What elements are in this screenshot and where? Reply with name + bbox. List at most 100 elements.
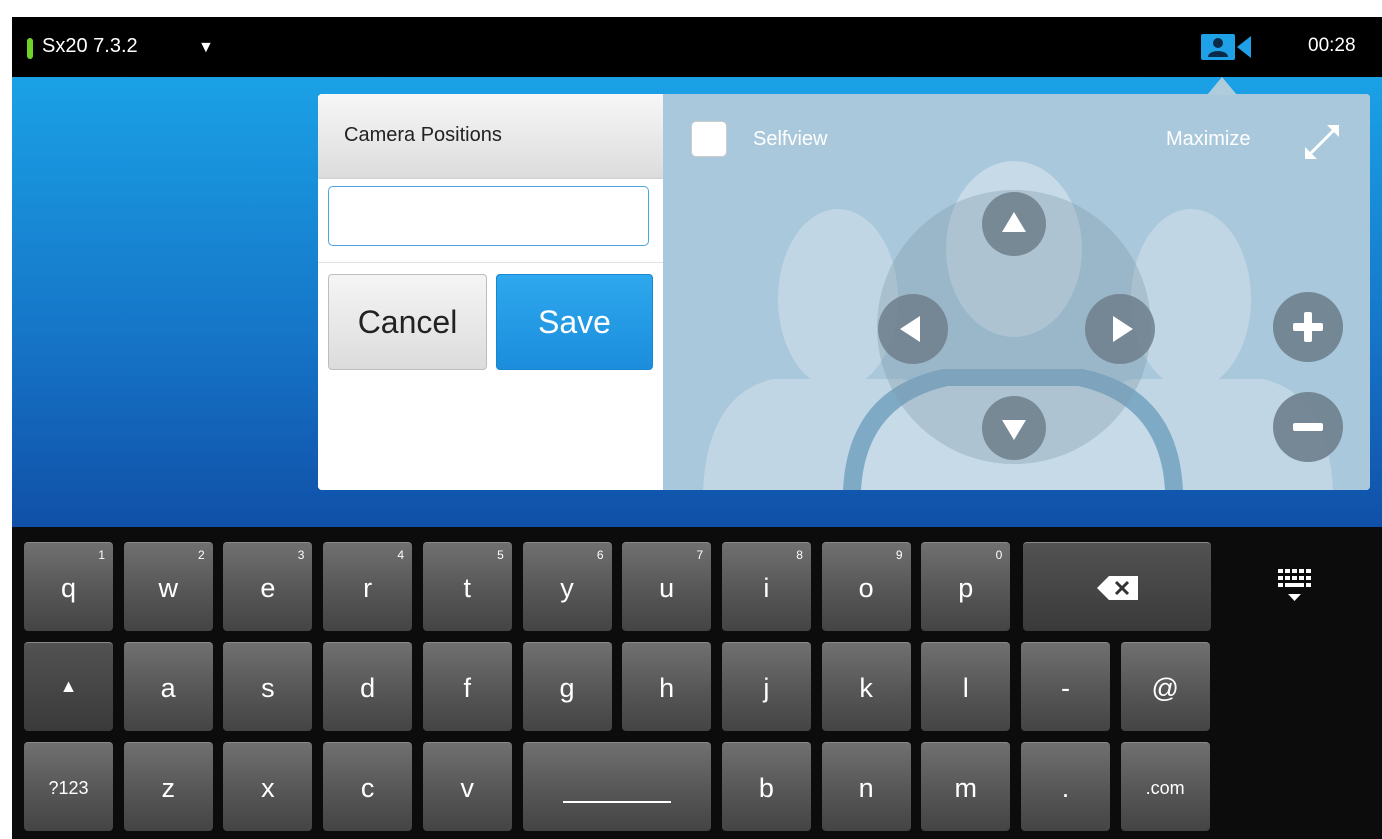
divider xyxy=(318,262,663,263)
key-h[interactable]: h xyxy=(622,642,712,731)
status-indicator xyxy=(27,38,33,59)
key-label: p xyxy=(958,573,974,603)
zoom-in-icon[interactable] xyxy=(1273,292,1343,362)
key-label: e xyxy=(260,573,276,603)
key-c[interactable]: c xyxy=(323,742,413,831)
save-button[interactable]: Save xyxy=(496,274,653,370)
key-label: n xyxy=(858,773,874,803)
key-number-hint: 3 xyxy=(297,548,305,562)
key-number-hint: 0 xyxy=(995,548,1003,562)
key-g[interactable]: g xyxy=(522,642,612,731)
key-z[interactable]: z xyxy=(123,742,213,831)
selfview-label[interactable]: Selfview xyxy=(753,128,827,151)
key-j[interactable]: j xyxy=(721,642,811,731)
shift-arrow-icon: ▲ xyxy=(59,676,78,696)
key-label: r xyxy=(363,573,373,603)
key-label: t xyxy=(463,573,472,603)
key-label: @ xyxy=(1151,673,1179,703)
key-d[interactable]: d xyxy=(323,642,413,731)
device-name[interactable]: Sx20 7.3.2 xyxy=(42,35,138,58)
key-label: l xyxy=(962,673,969,703)
cancel-button[interactable]: Cancel xyxy=(328,274,487,370)
key-label: d xyxy=(360,673,376,703)
maximize-icon[interactable] xyxy=(1299,119,1345,165)
space-key[interactable] xyxy=(522,742,711,831)
pane-header: Camera Positions xyxy=(318,94,663,179)
key-i[interactable]: i8 xyxy=(721,542,811,631)
key-number-hint: 7 xyxy=(696,548,704,562)
shift-key[interactable]: ▲ xyxy=(24,642,113,731)
key-f[interactable]: f xyxy=(422,642,512,731)
camera-positions-pane: Camera Positions Cancel Save xyxy=(318,94,663,490)
key-t[interactable]: t5 xyxy=(422,542,512,631)
key-l[interactable]: l xyxy=(921,642,1011,731)
key-label: i xyxy=(763,573,770,603)
key-number-hint: 4 xyxy=(397,548,405,562)
key-u63123[interactable]: ?123 xyxy=(24,742,113,831)
key-v[interactable]: v xyxy=(422,742,512,831)
key-u[interactable]: u7 xyxy=(622,542,712,631)
space-bar-icon xyxy=(562,801,671,803)
pan-up-icon[interactable] xyxy=(982,192,1046,256)
key-label: . xyxy=(1061,773,1070,803)
key-number-hint: 6 xyxy=(596,548,604,562)
zoom-out-icon[interactable] xyxy=(1273,392,1343,462)
key-x[interactable]: x xyxy=(223,742,313,831)
key-w[interactable]: w2 xyxy=(123,542,213,631)
main-area: Camera Positions Cancel Save Selfview Ma… xyxy=(12,77,1382,527)
key-a[interactable]: a xyxy=(123,642,213,731)
key-number-hint: 2 xyxy=(198,548,205,562)
key-e[interactable]: e3 xyxy=(223,542,313,631)
key-label: .com xyxy=(1145,778,1185,798)
device-menu-chevron-down-icon[interactable]: ▼ xyxy=(198,39,214,57)
hide-keyboard-icon[interactable] xyxy=(1276,567,1316,611)
camera-view: Selfview Maximize xyxy=(663,94,1370,490)
key-label: a xyxy=(160,673,176,703)
key-b[interactable]: b xyxy=(721,742,811,831)
key-label: q xyxy=(60,573,77,603)
key-label: o xyxy=(858,573,874,603)
key-number-hint: 8 xyxy=(796,548,803,562)
key-m[interactable]: m xyxy=(921,742,1011,831)
key-label: c xyxy=(360,773,375,803)
position-name-input[interactable] xyxy=(328,186,649,246)
key-label: m xyxy=(954,773,978,803)
clock: 00:28 xyxy=(1308,35,1356,56)
key-label: x xyxy=(261,773,275,803)
maximize-label[interactable]: Maximize xyxy=(1166,128,1250,151)
key-s[interactable]: s xyxy=(223,642,313,731)
key-label: k xyxy=(859,673,873,703)
key-label: v xyxy=(460,773,475,803)
key-q[interactable]: q1 xyxy=(24,542,113,631)
backspace-key[interactable] xyxy=(1023,542,1211,631)
key-label: b xyxy=(758,773,774,803)
key-k[interactable]: k xyxy=(821,642,911,731)
key-label: j xyxy=(763,673,770,703)
key-label: w xyxy=(158,573,178,603)
key-number-hint: 1 xyxy=(98,548,105,562)
key-o[interactable]: o9 xyxy=(821,542,911,631)
key-u64[interactable]: @ xyxy=(1120,642,1210,731)
pan-right-icon[interactable] xyxy=(1085,294,1155,364)
top-status-bar: Sx20 7.3.2 ▼ 00:28 xyxy=(12,17,1382,77)
backspace-icon xyxy=(1097,576,1138,600)
pane-title: Camera Positions xyxy=(344,124,502,146)
key-u46[interactable]: . xyxy=(1021,742,1110,831)
pan-down-icon[interactable] xyxy=(982,396,1046,460)
key-y[interactable]: y6 xyxy=(522,542,612,631)
key-label: s xyxy=(261,673,275,703)
popover-pointer xyxy=(1207,77,1237,95)
key-label: f xyxy=(463,673,472,703)
camera-panel: Camera Positions Cancel Save Selfview Ma… xyxy=(318,94,1370,490)
selfview-checkbox[interactable] xyxy=(691,121,727,157)
key-p[interactable]: p0 xyxy=(921,542,1011,631)
key-r[interactable]: r4 xyxy=(323,542,413,631)
pan-left-icon[interactable] xyxy=(878,294,948,364)
key-label: z xyxy=(161,773,175,803)
touch-screen: Sx20 7.3.2 ▼ 00:28 Camera Positions Canc… xyxy=(12,17,1382,839)
key-u46com[interactable]: .com xyxy=(1120,742,1210,831)
key-n[interactable]: n xyxy=(821,742,911,831)
camera-control-icon[interactable] xyxy=(1201,34,1252,60)
key-u45[interactable]: - xyxy=(1021,642,1110,731)
key-label: y xyxy=(560,573,574,603)
